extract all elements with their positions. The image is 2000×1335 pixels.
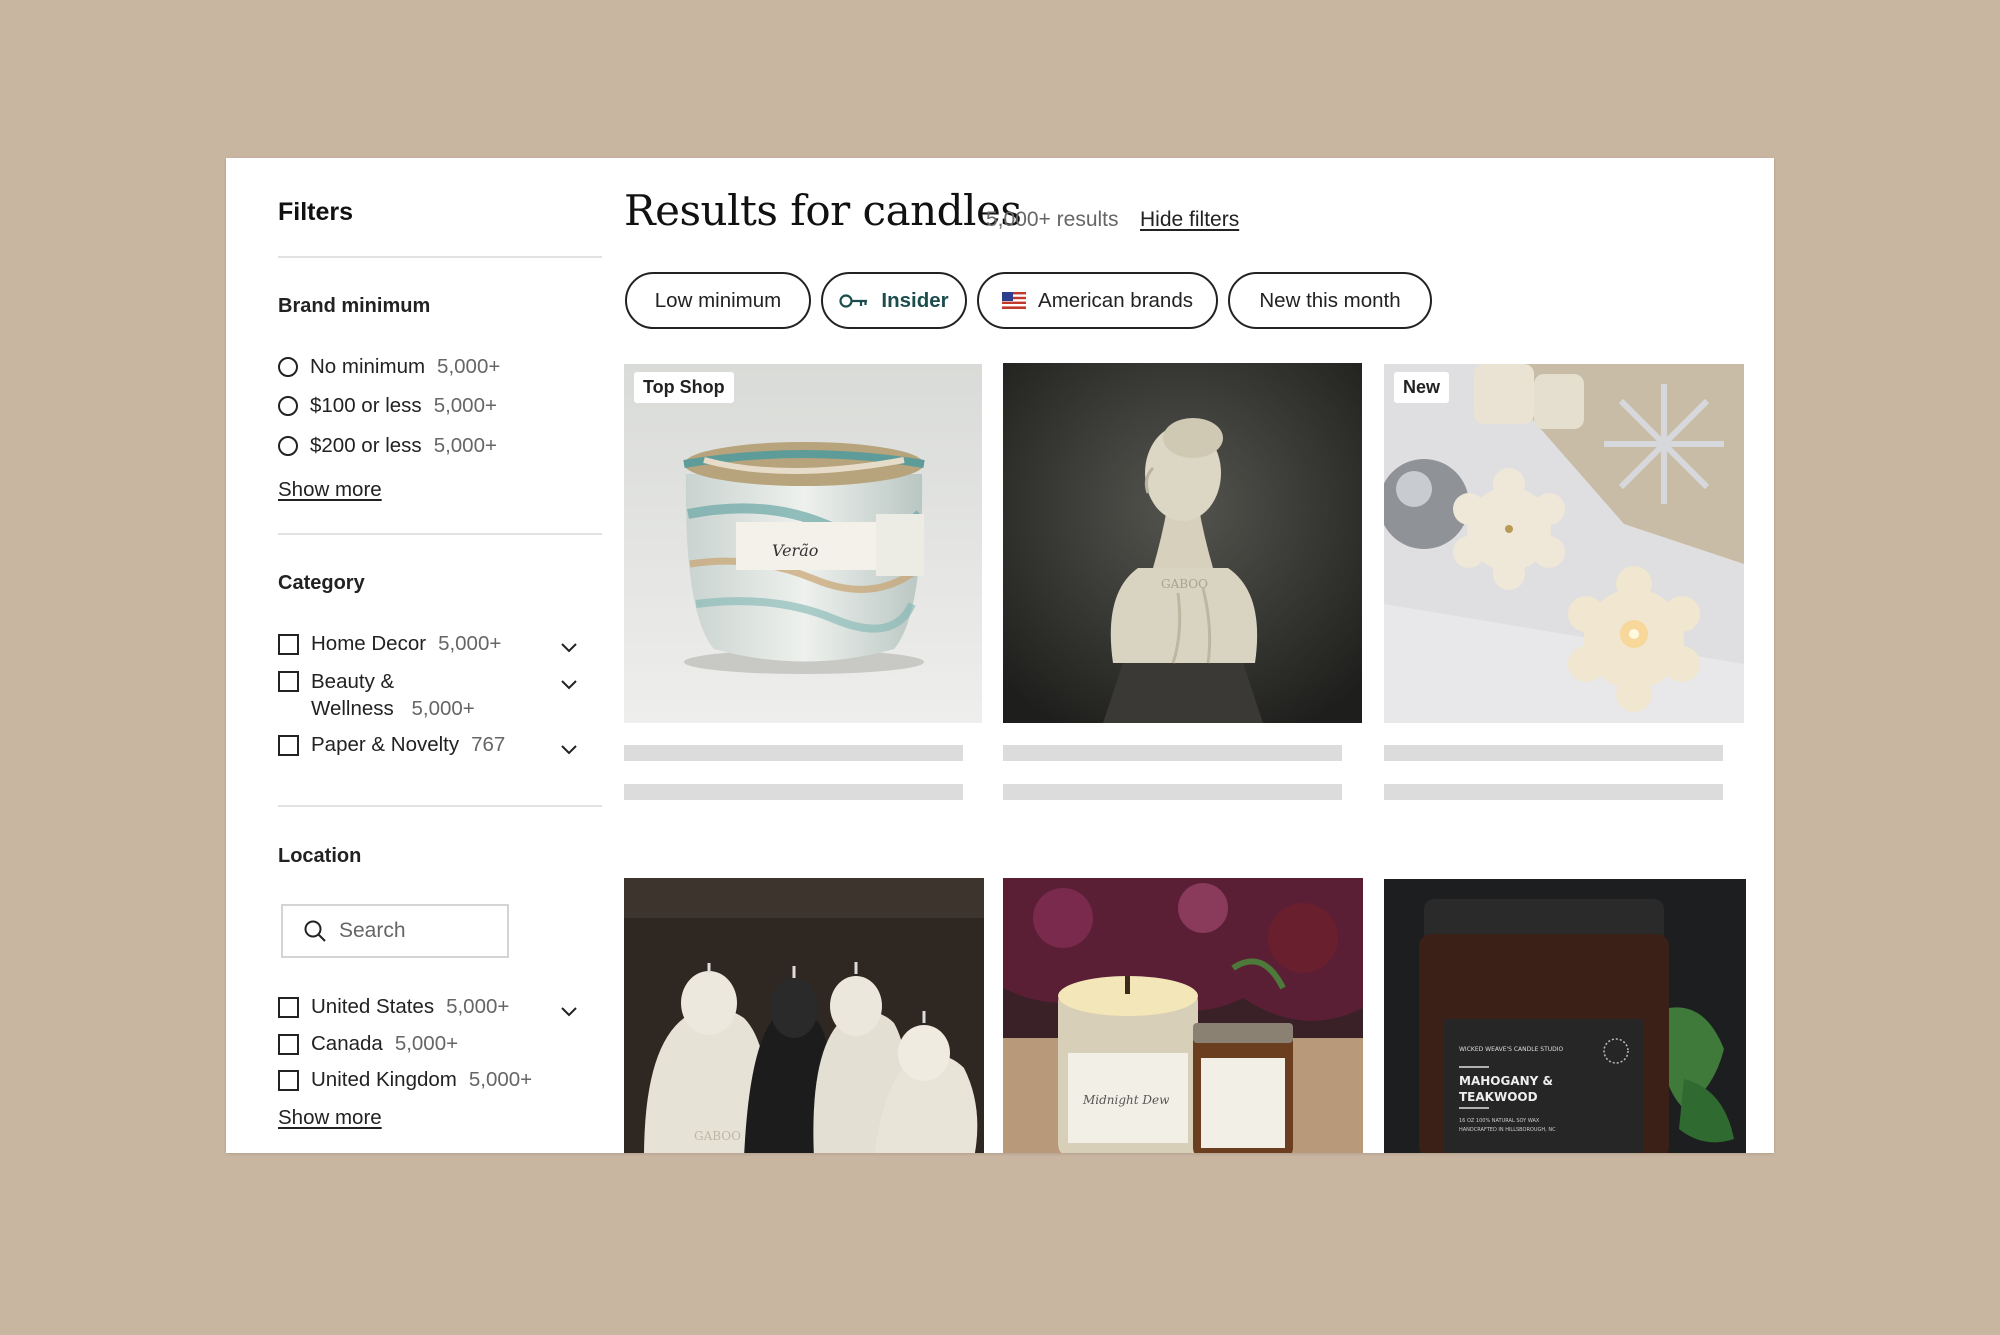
- divider: [278, 256, 602, 258]
- results-panel: Filters Brand minimum No minimum 5,000+ …: [226, 158, 1774, 1153]
- chevron-down-icon[interactable]: [558, 1000, 580, 1022]
- option-count: 5,000+: [446, 995, 510, 1018]
- brand-min-option-no-minimum[interactable]: No minimum 5,000+: [278, 352, 500, 382]
- candle-photo: GABOO: [1003, 363, 1362, 723]
- brand-min-option-200[interactable]: $200 or less 5,000+: [278, 431, 497, 461]
- product-card-image[interactable]: Verão Top Shop: [624, 364, 982, 723]
- brand-min-show-more[interactable]: Show more: [278, 478, 382, 502]
- jar-label-text: Midnight Dew: [1082, 1093, 1170, 1107]
- brand-minimum-title: Brand minimum: [278, 295, 431, 317]
- option-count: 767: [471, 733, 506, 756]
- loading-skeleton-price: [1003, 784, 1342, 800]
- location-title: Location: [278, 845, 362, 867]
- option-label-line: Beauty &: [311, 670, 395, 693]
- location-option-united-states[interactable]: United States 5,000+: [278, 992, 509, 1022]
- top-shop-badge: Top Shop: [634, 372, 734, 403]
- loading-skeleton-price: [1384, 784, 1723, 800]
- location-search[interactable]: [281, 904, 509, 958]
- divider: [278, 533, 602, 535]
- loading-skeleton-title: [624, 745, 963, 761]
- label-brand-text: WICKED WEAVE'S CANDLE STUDIO: [1459, 1046, 1564, 1053]
- candle-photo: GABOO: [624, 878, 984, 1153]
- location-option-canada[interactable]: Canada 5,000+: [278, 1029, 458, 1059]
- option-count: 5,000+: [438, 632, 502, 655]
- product-card-image[interactable]: WICKED WEAVE'S CANDLE STUDIO MAHOGANY & …: [1384, 879, 1746, 1153]
- option-label: $100 or less: [310, 394, 422, 417]
- option-label: No minimum: [310, 355, 426, 378]
- page-title: Results for candles: [624, 186, 1022, 235]
- chevron-down-icon[interactable]: [558, 738, 580, 760]
- product-card-image[interactable]: Midnight Dew: [1003, 878, 1363, 1153]
- option-label: United Kingdom: [311, 1068, 457, 1091]
- location-search-input[interactable]: [337, 918, 501, 944]
- option-count: 5,000+: [433, 394, 497, 417]
- radio-button[interactable]: [278, 396, 298, 416]
- candle-photo: Verão: [624, 364, 982, 723]
- label-sub-text: HANDCRAFTED IN HILLSBOROUGH, NC: [1459, 1127, 1556, 1133]
- category-option-paper-novelty[interactable]: Paper & Novelty 767: [278, 730, 505, 760]
- loading-skeleton-title: [1384, 745, 1723, 761]
- chip-label: American brands: [1038, 288, 1193, 312]
- product-card-image[interactable]: GABOO: [624, 878, 984, 1153]
- checkbox[interactable]: [278, 671, 299, 692]
- candle-photo: WICKED WEAVE'S CANDLE STUDIO MAHOGANY & …: [1384, 879, 1746, 1153]
- candle-photo: [1384, 364, 1744, 723]
- product-card-image[interactable]: New: [1384, 364, 1744, 723]
- loading-skeleton-price: [624, 784, 963, 800]
- option-count: 5,000+: [411, 697, 475, 720]
- category-option-home-decor[interactable]: Home Decor 5,000+: [278, 629, 501, 659]
- checkbox[interactable]: [278, 1033, 299, 1055]
- location-option-united-kingdom[interactable]: United Kingdom 5,000+: [278, 1065, 532, 1095]
- option-count: 5,000+: [433, 434, 497, 457]
- chip-new-this-month[interactable]: New this month: [1228, 272, 1432, 329]
- option-label: United States: [311, 995, 435, 1018]
- label-title-line: TEAKWOOD: [1459, 1090, 1538, 1104]
- option-count: 5,000+: [468, 1068, 533, 1091]
- category-title: Category: [278, 572, 365, 594]
- us-flag-icon: [1002, 292, 1027, 309]
- checkbox[interactable]: [278, 734, 299, 756]
- radio-button[interactable]: [278, 357, 298, 377]
- option-label: Paper & Novelty: [311, 733, 460, 756]
- candle-photo: Midnight Dew: [1003, 878, 1363, 1153]
- option-label: Canada: [311, 1032, 383, 1055]
- chip-low-minimum[interactable]: Low minimum: [625, 272, 811, 329]
- label-sub-text: 16 OZ 100% NATURAL SOY WAX: [1459, 1118, 1540, 1124]
- chip-label: Insider: [881, 288, 949, 312]
- results-count: 5,000+ results: [986, 208, 1119, 231]
- product-card-image[interactable]: GABOO: [1003, 363, 1362, 723]
- category-option-beauty-wellness[interactable]: Beauty & Wellness 5,000+: [278, 668, 475, 722]
- option-label-line: Wellness: [311, 697, 394, 720]
- checkbox[interactable]: [278, 996, 299, 1018]
- option-count: 5,000+: [437, 355, 501, 378]
- new-badge: New: [1394, 372, 1450, 403]
- option-count: 5,000+: [394, 1032, 459, 1055]
- option-label: $200 or less: [310, 434, 422, 457]
- hide-filters-link[interactable]: Hide filters: [1140, 208, 1239, 232]
- location-show-more[interactable]: Show more: [278, 1106, 382, 1130]
- engraved-mark: GABOO: [694, 1129, 741, 1143]
- checkbox[interactable]: [278, 1069, 299, 1091]
- chip-insider[interactable]: Insider: [821, 272, 967, 329]
- brand-min-option-100[interactable]: $100 or less 5,000+: [278, 391, 497, 421]
- radio-button[interactable]: [278, 436, 298, 456]
- checkbox[interactable]: [278, 633, 299, 655]
- chevron-down-icon[interactable]: [558, 673, 580, 695]
- label-title-line: MAHOGANY &: [1459, 1074, 1553, 1088]
- option-label-wrap: Beauty & Wellness 5,000+: [311, 668, 475, 722]
- chip-american-brands[interactable]: American brands: [977, 272, 1218, 329]
- engraved-mark: GABOO: [1161, 577, 1208, 591]
- loading-skeleton-title: [1003, 745, 1342, 761]
- filters-title: Filters: [278, 198, 354, 226]
- search-icon: [304, 920, 326, 942]
- chevron-down-icon[interactable]: [558, 636, 580, 658]
- option-label: Home Decor: [311, 632, 427, 655]
- jar-label-text: Verão: [772, 541, 818, 560]
- divider: [278, 805, 602, 807]
- key-icon: [839, 293, 869, 309]
- chip-label: New this month: [1259, 288, 1401, 312]
- chip-label: Low minimum: [654, 288, 782, 312]
